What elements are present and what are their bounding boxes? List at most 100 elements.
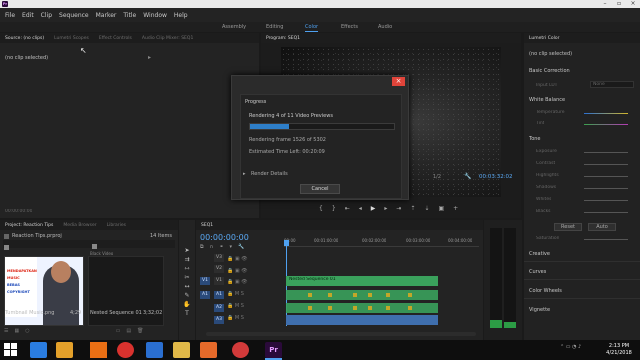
timeline-scrollbar[interactable] <box>206 332 476 336</box>
trash-icon[interactable]: 🗑 <box>137 328 143 336</box>
workspace-editing[interactable]: Editing <box>266 22 283 32</box>
tab-program[interactable]: Program: SEQ1 <box>261 36 305 41</box>
record-icon[interactable] <box>232 342 249 358</box>
maximize-icon[interactable]: ▫ <box>612 0 626 8</box>
close-window-icon[interactable]: × <box>626 0 640 8</box>
go-to-out-icon[interactable]: ⇥ <box>396 205 401 213</box>
blacks-slider[interactable] <box>584 212 628 213</box>
reset-button[interactable]: Reset <box>554 223 582 231</box>
tab-lumetri-color[interactable]: Lumetri Color <box>524 36 564 41</box>
temperature-slider[interactable] <box>584 113 628 114</box>
source-patch-a1[interactable]: A1 <box>200 291 210 299</box>
marker-icon[interactable]: ▾ <box>229 244 232 250</box>
wrench-icon[interactable]: 🔧 <box>464 173 471 180</box>
step-forward-icon[interactable]: ▸ <box>384 205 387 213</box>
basic-correction-header[interactable]: Basic Correction <box>529 68 570 74</box>
lock-icon[interactable]: 🔒 ▣ 👁 <box>227 254 247 266</box>
disclosure-triangle-icon[interactable]: ▸ <box>243 171 246 177</box>
track-a1[interactable]: A1 <box>214 291 224 299</box>
ie-icon[interactable] <box>30 342 47 358</box>
razor-tool-icon[interactable]: ✂ <box>183 273 191 282</box>
slip-tool-icon[interactable]: ↔ <box>183 282 191 291</box>
menu-help[interactable]: Help <box>174 12 188 19</box>
time-ruler[interactable]: 00:00 00:01:00:00 00:02:00:00 00:03:00:0… <box>284 237 479 247</box>
list-view-icon[interactable]: ☰ <box>4 328 8 336</box>
zoom-slider-icon[interactable]: ○ <box>25 328 29 336</box>
menu-window[interactable]: Window <box>143 12 167 19</box>
highlights-slider[interactable] <box>584 176 628 177</box>
pen-tool-icon[interactable]: ✎ <box>183 291 191 300</box>
lock-icon[interactable]: 🔒 M S <box>227 301 247 313</box>
play-icon[interactable]: ▶ <box>371 205 376 213</box>
white-balance-header[interactable]: White Balance <box>529 97 565 103</box>
ripple-edit-tool-icon[interactable]: ⇿ <box>183 264 191 273</box>
track-v1[interactable]: V1 <box>214 277 224 285</box>
file-explorer-icon[interactable] <box>56 342 73 358</box>
shadows-slider[interactable] <box>584 188 628 189</box>
folder-icon[interactable] <box>173 342 190 358</box>
audio-clip-a2[interactable] <box>286 303 438 313</box>
step-back-icon[interactable]: ◂ <box>359 205 362 213</box>
snap-icon[interactable]: ∩ <box>210 244 214 250</box>
timeline-timecode[interactable]: 00:00:00:00 <box>200 233 249 242</box>
go-to-in-icon[interactable]: ⇤ <box>345 205 350 213</box>
tab-effect-controls[interactable]: Effect Controls <box>94 36 137 41</box>
input-lut-dropdown[interactable]: None <box>590 81 634 88</box>
workspace-effects[interactable]: Effects <box>341 22 358 32</box>
playback-resolution[interactable]: 1/2 <box>433 174 441 180</box>
selection-tool-icon[interactable]: ➤ <box>183 246 191 255</box>
render-details-toggle[interactable]: Render Details <box>251 171 288 177</box>
menu-title[interactable]: Title <box>123 12 136 19</box>
icon-view-icon[interactable]: ▦ <box>14 328 19 336</box>
tab-lumetri-scopes[interactable]: Lumetri Scopes <box>49 36 94 41</box>
menu-marker[interactable]: Marker <box>96 12 117 19</box>
new-item-icon[interactable]: ▤ <box>126 328 131 336</box>
new-bin-icon[interactable]: ▭ <box>116 328 121 336</box>
lock-icon[interactable]: 🔒 ▣ 👁 <box>227 266 247 278</box>
saturation-slider[interactable] <box>584 239 628 240</box>
menu-clip[interactable]: Clip <box>41 12 52 19</box>
exposure-slider[interactable] <box>584 152 628 153</box>
export-frame-icon[interactable]: ▣ <box>438 205 444 213</box>
track-v3[interactable]: V3 <box>214 254 224 262</box>
chrome-icon[interactable] <box>117 342 134 358</box>
creative-section[interactable]: Creative <box>529 251 550 257</box>
premiere-taskbar-icon[interactable]: Pr <box>265 342 282 358</box>
track-a2[interactable]: A2 <box>214 304 224 312</box>
lock-icon[interactable]: 🔒 M S <box>227 289 247 301</box>
workspace-color[interactable]: Color <box>305 22 319 32</box>
vlc-icon[interactable] <box>90 342 107 358</box>
tint-slider[interactable] <box>584 124 628 125</box>
nest-icon[interactable]: ⧉ <box>200 244 204 250</box>
tab-source[interactable]: Source: (no clips) <box>0 36 49 41</box>
tab-media-browser[interactable]: Media Browser <box>58 223 101 228</box>
tab-libraries[interactable]: Libraries <box>102 223 131 228</box>
color-wheels-section[interactable]: Color Wheels <box>529 288 562 294</box>
workspace-assembly[interactable]: Assembly <box>222 22 246 32</box>
auto-button[interactable]: Auto <box>588 223 616 231</box>
tray-icons[interactable]: ⌃ ▭ ◔ ♪ <box>560 344 581 350</box>
vignette-section[interactable]: Vignette <box>529 307 550 313</box>
track-v2[interactable]: V2 <box>214 265 224 273</box>
panel-menu-icon[interactable]: ▸ <box>148 54 151 61</box>
audio-clip-a3[interactable] <box>286 315 438 325</box>
menu-sequence[interactable]: Sequence <box>59 12 89 19</box>
curves-section[interactable]: Curves <box>529 269 546 275</box>
linked-selection-icon[interactable]: ⚭ <box>219 244 223 250</box>
windows-start-icon[interactable] <box>4 343 18 357</box>
hand-tool-icon[interactable]: ✋ <box>183 300 191 309</box>
add-button-icon[interactable]: + <box>453 205 458 213</box>
lift-icon[interactable]: ⇡ <box>410 205 415 213</box>
mark-in-icon[interactable]: { <box>319 205 323 213</box>
lock-icon[interactable]: 🔒 M S <box>227 313 247 325</box>
clock-time[interactable]: 2:13 PM <box>604 343 634 349</box>
whites-slider[interactable] <box>584 200 628 201</box>
mark-out-icon[interactable]: } <box>332 205 336 213</box>
wrench-icon[interactable]: 🔧 <box>238 244 244 250</box>
minimize-icon[interactable]: – <box>598 0 612 8</box>
edge-icon[interactable] <box>146 342 163 358</box>
track-a3[interactable]: A3 <box>214 316 224 324</box>
tab-seq1[interactable]: SEQ1 <box>196 223 218 228</box>
type-tool-icon[interactable]: T <box>183 309 191 318</box>
tab-project[interactable]: Project: Reaction Tips <box>0 223 58 228</box>
